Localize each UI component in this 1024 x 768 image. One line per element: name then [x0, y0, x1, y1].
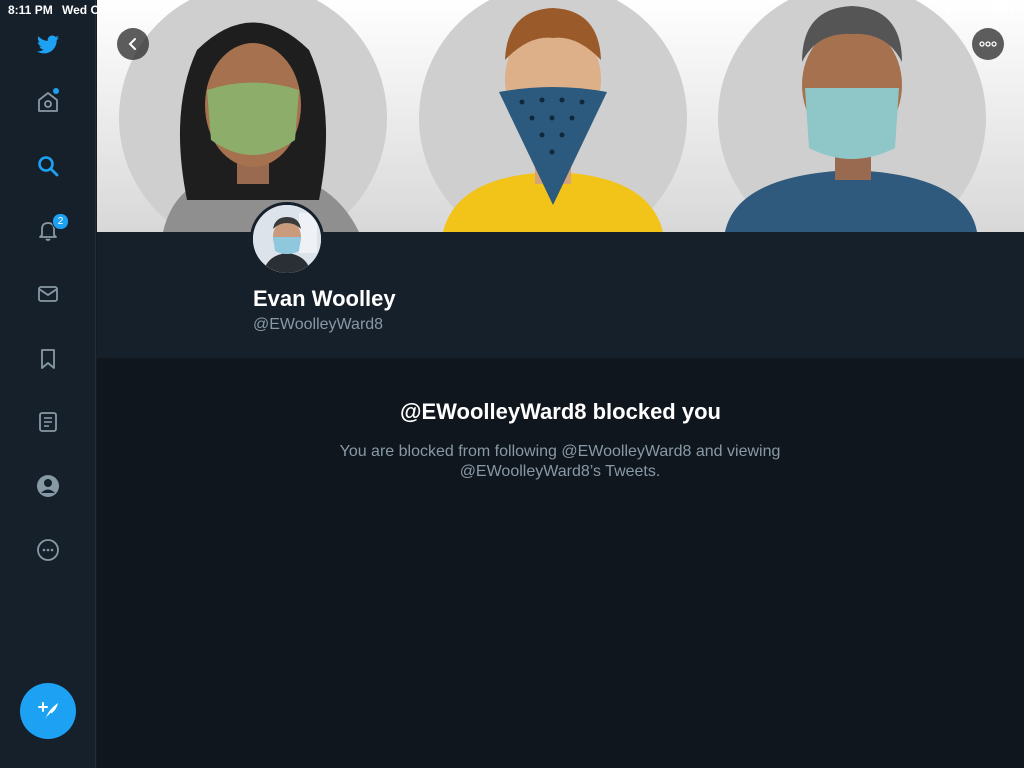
blocked-title: @EWoolleyWard8 blocked you	[400, 399, 721, 424]
bookmark-icon	[41, 349, 55, 369]
status-bar: 8:11 PM Wed Oct 7 84%	[0, 0, 1024, 20]
battery-icon	[990, 5, 1014, 15]
sidebar: 2	[0, 0, 96, 768]
sidebar-item-lists[interactable]	[28, 402, 68, 442]
sidebar-item-more[interactable]	[28, 530, 68, 570]
profile-banner	[97, 0, 1024, 232]
blocked-message: You are blocked from following @EWoolley…	[339, 443, 781, 480]
chevron-left-icon	[128, 38, 136, 50]
avatar-icon	[37, 475, 59, 497]
search-icon	[38, 156, 59, 177]
status-time: 8:11 PM	[8, 3, 53, 17]
more-options-button[interactable]	[972, 28, 1004, 60]
sidebar-item-notifications[interactable]: 2	[28, 210, 69, 250]
twitter-logo[interactable]	[28, 25, 68, 65]
sidebar-item-home[interactable]	[28, 82, 68, 122]
sidebar-item-messages[interactable]	[28, 274, 68, 314]
profile-handle: @EWoolleyWard8	[253, 316, 384, 333]
profile-name: Evan Woolley	[253, 286, 396, 311]
more-circle-icon	[37, 539, 59, 561]
avatar-photo	[253, 205, 321, 273]
sidebar-item-bookmarks[interactable]	[28, 339, 68, 379]
notification-badge: 2	[52, 213, 69, 230]
home-notification-dot	[53, 88, 59, 94]
sidebar-item-explore[interactable]	[28, 146, 68, 186]
status-date: Wed Oct 7	[62, 3, 121, 17]
compose-tweet-button[interactable]	[20, 683, 76, 739]
battery-percent: 84%	[960, 3, 985, 17]
compose-tweet-icon	[38, 702, 58, 721]
more-horizontal-icon	[979, 41, 997, 47]
battery-fill	[992, 7, 1007, 13]
sidebar-item-profile[interactable]	[28, 466, 68, 506]
list-icon	[39, 412, 57, 432]
mail-icon	[38, 286, 58, 302]
back-button[interactable]	[117, 28, 149, 60]
bird-icon	[37, 35, 59, 54]
profile-header	[97, 232, 1024, 358]
profile-avatar[interactable]	[250, 202, 324, 276]
wifi-icon	[942, 5, 956, 15]
